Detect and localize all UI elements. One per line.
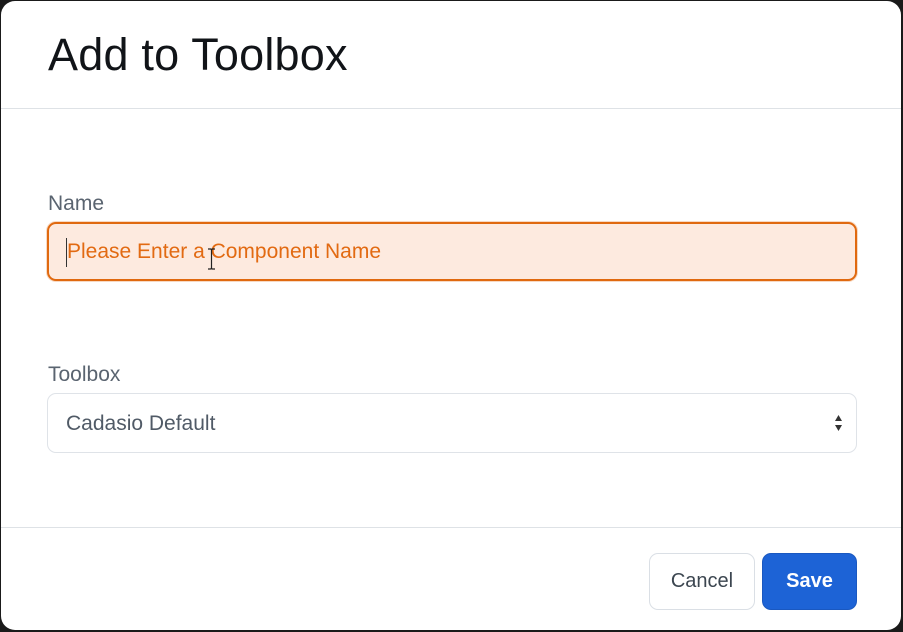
name-placeholder: Please Enter a Component Name xyxy=(67,240,382,263)
cancel-button[interactable]: Cancel xyxy=(649,553,755,610)
toolbox-label: Toolbox xyxy=(48,363,121,386)
text-caret xyxy=(66,238,67,267)
dialog-footer: Cancel Save xyxy=(1,527,901,630)
name-label: Name xyxy=(48,192,105,215)
up-down-chevron-icon xyxy=(835,415,842,431)
text-ibeam-cursor-icon xyxy=(208,248,215,270)
toolbox-selected-value: Cadasio Default xyxy=(66,412,216,435)
dialog-header: Add to Toolbox xyxy=(1,1,901,109)
dialog-title: Add to Toolbox xyxy=(48,29,348,80)
add-to-toolbox-dialog: Add to Toolbox Name Please Enter a Compo… xyxy=(1,1,901,630)
toolbox-select[interactable]: Cadasio Default xyxy=(47,393,857,453)
component-name-input[interactable]: Please Enter a Component Name xyxy=(47,222,857,281)
save-button[interactable]: Save xyxy=(762,553,857,610)
